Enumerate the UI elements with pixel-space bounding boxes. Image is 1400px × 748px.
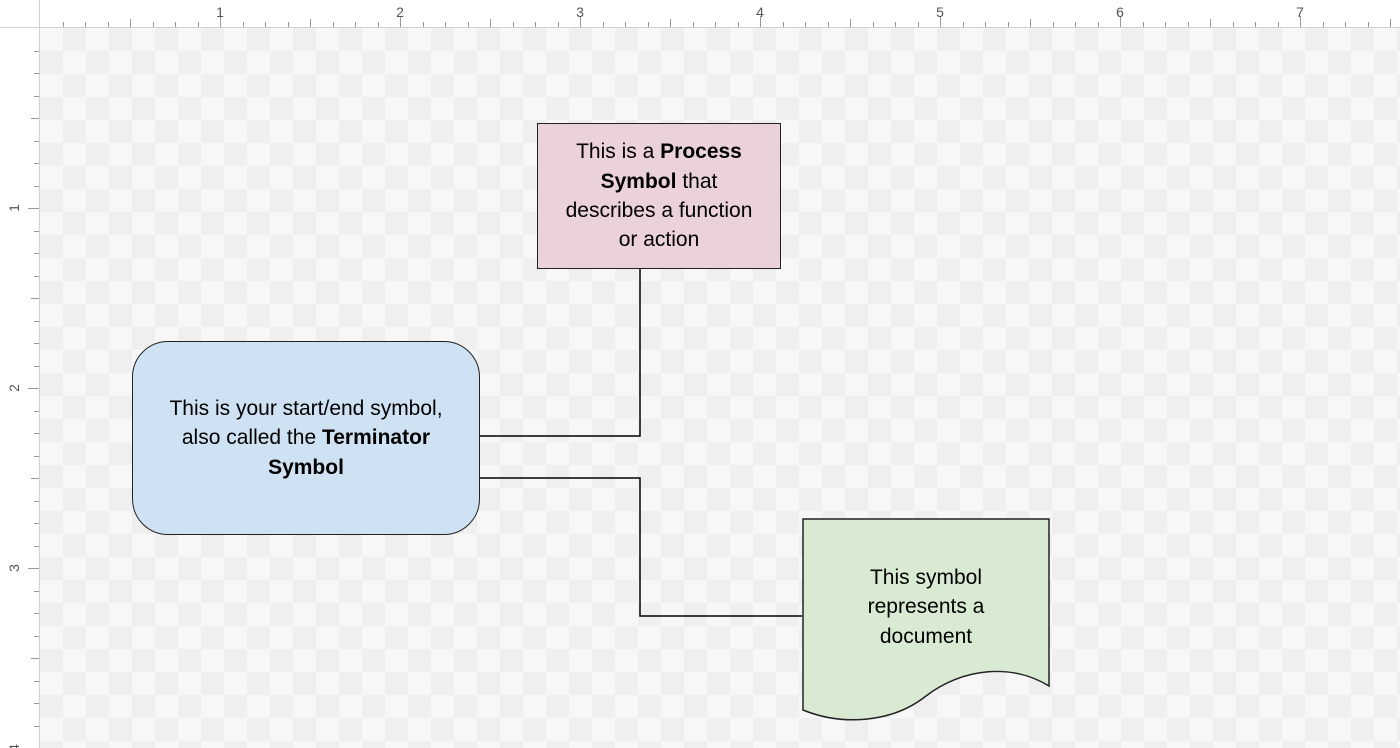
drawing-editor: 1 2 3 4 5 6 7 1 2 3 4 This is your start/end symb… xyxy=(0,0,1400,748)
terminator-text: This is your start/end symbol, also call… xyxy=(151,394,461,482)
document-text: This symbol represents a document xyxy=(802,563,1050,651)
ruler-v-label: 3 xyxy=(6,564,22,572)
ruler-h-label: 5 xyxy=(936,4,944,20)
ruler-v-label: 1 xyxy=(6,204,22,212)
ruler-corner xyxy=(0,0,40,28)
connector-terminator-document[interactable] xyxy=(480,478,802,616)
ruler-h-label: 4 xyxy=(756,4,764,20)
ruler-h-label: 3 xyxy=(576,4,584,20)
process-text: This is a Process Symbol that describes … xyxy=(556,137,762,255)
ruler-horizontal[interactable]: 1 2 3 4 5 6 7 xyxy=(40,0,1400,28)
ruler-v-label: 4 xyxy=(6,744,22,748)
drawing-canvas[interactable]: This is your start/end symbol, also call… xyxy=(40,28,1400,748)
ruler-h-label: 6 xyxy=(1116,4,1124,20)
ruler-h-label: 7 xyxy=(1296,4,1304,20)
connector-terminator-process[interactable] xyxy=(480,269,640,436)
ruler-h-label: 2 xyxy=(396,4,404,20)
terminator-shape[interactable]: This is your start/end symbol, also call… xyxy=(132,341,480,535)
ruler-v-label: 2 xyxy=(6,384,22,392)
document-shape[interactable]: This symbol represents a document xyxy=(802,518,1050,728)
ruler-vertical[interactable]: 1 2 3 4 xyxy=(0,28,40,748)
process-shape[interactable]: This is a Process Symbol that describes … xyxy=(537,123,781,269)
ruler-h-label: 1 xyxy=(216,4,224,20)
